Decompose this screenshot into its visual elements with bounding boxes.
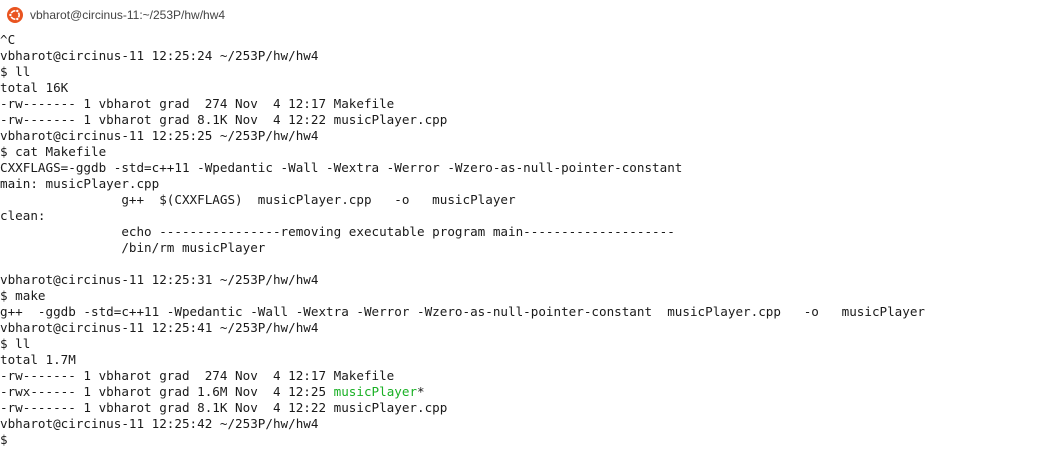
window-title: vbharot@circinus-11:~/253P/hw/hw4 [30,8,226,22]
prompt-line: vbharot@circinus-11 12:25:25 ~/253P/hw/h… [0,128,319,143]
terminal-line: CXXFLAGS=-ggdb -std=c++11 -Wpedantic -Wa… [0,160,683,175]
file-listing-row: -rw------- 1 vbharot grad 8.1K Nov 4 12:… [0,400,448,415]
prompt-line: vbharot@circinus-11 12:25:42 ~/253P/hw/h… [0,416,319,431]
executable-marker: * [417,384,425,399]
terminal-line: g++ $(CXXFLAGS) musicPlayer.cpp -o music… [0,192,516,207]
file-listing-prefix: -rwx------ 1 vbharot grad 1.6M Nov 4 12:… [0,384,334,399]
command-line: $ ll [0,336,31,351]
command-line: $ make [0,288,46,303]
terminal-line: echo ----------------removing executable… [0,224,675,239]
terminal-line: ^C [0,32,16,47]
terminal-line: total 16K [0,80,69,95]
terminal-line: /bin/rm musicPlayer [0,240,266,255]
ubuntu-icon [7,7,23,23]
terminal-output[interactable]: ^C vbharot@circinus-11 12:25:24 ~/253P/h… [0,32,1038,476]
prompt-line: vbharot@circinus-11 12:25:24 ~/253P/hw/h… [0,48,319,63]
command-line: $ ll [0,64,31,79]
terminal-line: clean: [0,208,46,223]
title-bar[interactable]: vbharot@circinus-11:~/253P/hw/hw4 [0,0,1038,32]
executable-name: musicPlayer [333,384,418,399]
file-listing-row: -rwx------ 1 vbharot grad 1.6M Nov 4 12:… [0,384,425,400]
prompt-line: vbharot@circinus-11 12:25:41 ~/253P/hw/h… [0,320,319,335]
file-listing-row: -rw------- 1 vbharot grad 274 Nov 4 12:1… [0,368,395,383]
terminal-line: total 1.7M [0,352,76,367]
prompt-line: vbharot@circinus-11 12:25:31 ~/253P/hw/h… [0,272,319,287]
command-line[interactable]: $ [0,432,8,448]
terminal-line: main: musicPlayer.cpp [0,176,160,191]
file-listing-row: -rw------- 1 vbharot grad 274 Nov 4 12:1… [0,96,395,111]
terminal-window: vbharot@circinus-11:~/253P/hw/hw4 ^C vbh… [0,0,1038,476]
command-line: $ cat Makefile [0,144,107,159]
terminal-line: g++ -ggdb -std=c++11 -Wpedantic -Wall -W… [0,304,926,319]
file-listing-row: -rw------- 1 vbharot grad 8.1K Nov 4 12:… [0,112,448,127]
